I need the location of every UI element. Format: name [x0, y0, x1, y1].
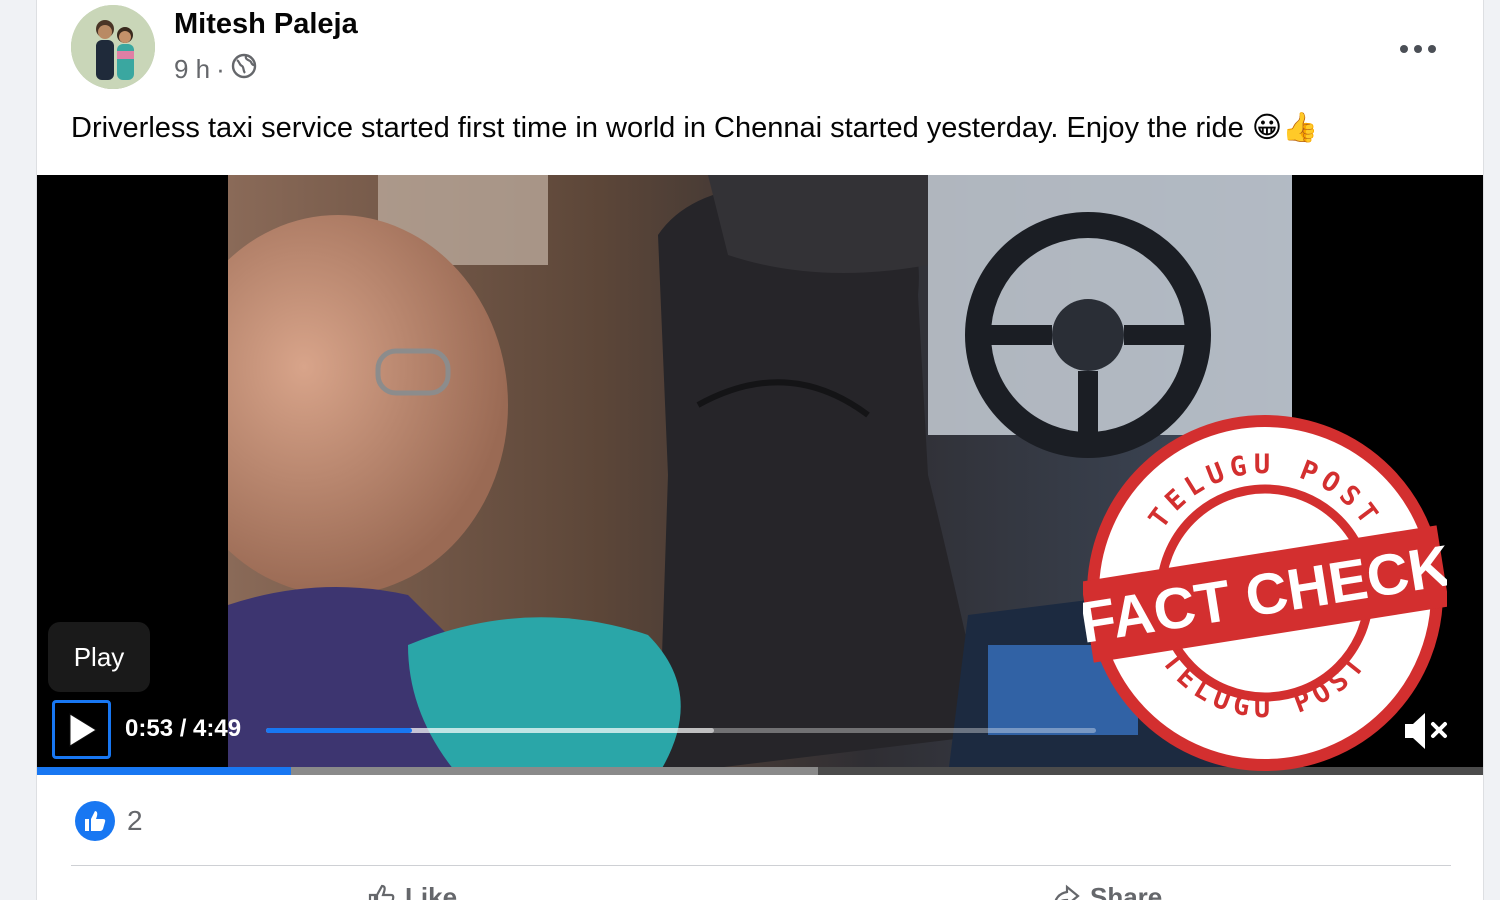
- post-meta: 9 h ·: [174, 53, 257, 86]
- thumbs-up-icon: [368, 884, 395, 900]
- author-avatar[interactable]: [71, 5, 155, 89]
- author-name[interactable]: Mitesh Paleja: [174, 8, 358, 41]
- like-icon: [75, 801, 115, 841]
- meta-separator: ·: [216, 54, 225, 84]
- play-button[interactable]: [52, 700, 111, 759]
- share-label: Share: [1090, 881, 1163, 900]
- reaction-summary[interactable]: 2: [75, 801, 143, 841]
- reaction-count: 2: [127, 805, 143, 836]
- post-card: Mitesh Paleja 9 h · Driverless taxi serv…: [36, 0, 1484, 900]
- fact-check-stamp: TELUGU POST TELUGU POST FACT CHECK: [1083, 415, 1447, 771]
- share-button[interactable]: Share: [1052, 882, 1162, 900]
- like-button[interactable]: Like: [367, 882, 457, 900]
- video-time: 0:53 / 4:49: [125, 715, 242, 742]
- video-player[interactable]: Play 0:53 / 4:49 TELUGU POST TELUGU POST…: [37, 175, 1483, 775]
- seek-bar-progress: [266, 728, 413, 733]
- ellipsis-icon: [1400, 45, 1436, 53]
- globe-icon: [231, 53, 257, 86]
- more-options-button[interactable]: [1399, 24, 1437, 63]
- like-label: Like: [405, 881, 458, 900]
- actions-divider: [71, 865, 1451, 866]
- play-icon: [69, 712, 97, 747]
- bottom-progress-fill: [37, 767, 292, 775]
- post-text: Driverless taxi service started first ti…: [71, 112, 1319, 144]
- play-tooltip: Play: [48, 622, 150, 692]
- post-time[interactable]: 9 h: [174, 54, 210, 85]
- share-icon: [1054, 884, 1080, 900]
- seek-bar[interactable]: [266, 728, 1096, 733]
